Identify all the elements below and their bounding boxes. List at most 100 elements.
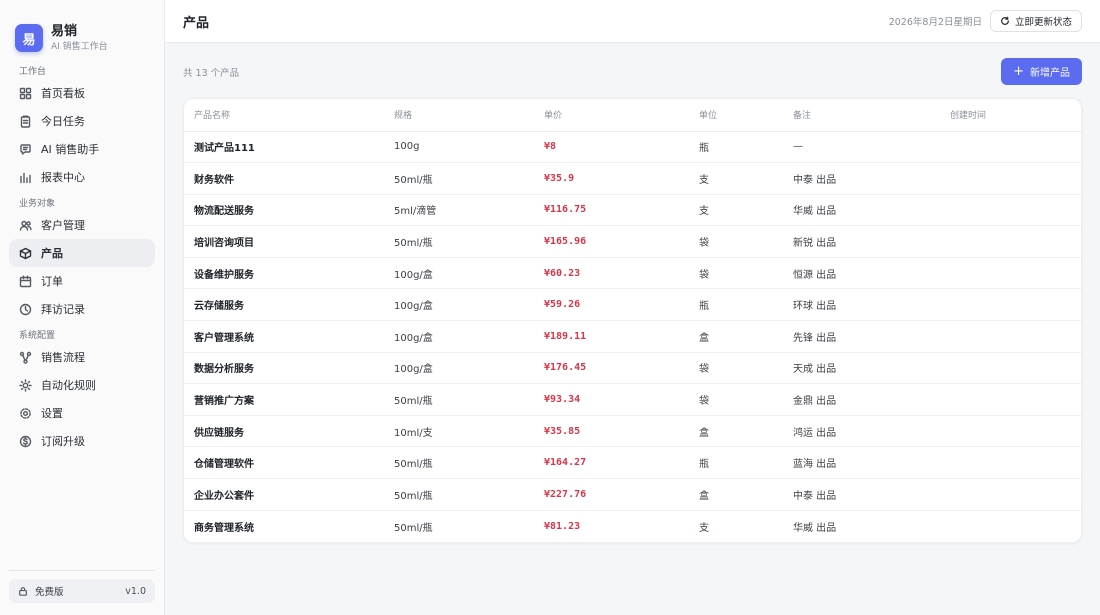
column-header[interactable]: 创建时间 [940,99,1081,132]
clipboard-icon [19,115,32,128]
product-name-cell: 企业办公套件 [184,478,384,511]
table-row[interactable]: 营销推广方案 50ml/瓶 ¥93.34 袋金鼎 出品 [184,383,1081,416]
calendar-icon [19,275,32,288]
column-header[interactable]: 规格 [384,99,534,132]
unit-cell: 支 [699,522,709,534]
price-cell: ¥60.23 [534,257,689,290]
unit-cell: 盒 [689,320,783,353]
sidebar-item-label: 报表中心 [41,171,85,184]
main: 产品 2026年8月2日星期日 立即更新状态 共 13 个产品 + 新增产品 产… [165,0,1100,615]
table-row[interactable]: 培训咨询项目 50ml/瓶 ¥165.96 袋新锐 出品 [184,225,1081,258]
unit-cell: 瓶 [689,131,783,164]
bar-chart-icon [19,171,32,184]
sidebar-item[interactable]: 订单 [9,267,155,295]
app-root: 易 易销 AI 销售工作台 工作台 首页看板 今日任务 AI 销售助手 报表中心 业务对象… [0,0,1100,615]
column-header[interactable]: 单位 [689,99,783,132]
column-header[interactable]: 备注 [783,99,940,132]
note-cell: 华威 出品 [793,522,837,534]
sidebar-item[interactable]: 报表中心 [9,163,155,191]
sidebar-item[interactable]: 销售流程 [9,343,155,371]
plan-label: 免费版 [35,587,64,598]
table-row[interactable]: 数据分析服务 100g/盒 ¥176.45 袋天成 出品 [184,352,1081,385]
page-title: 产品 [183,15,210,31]
brand-logo: 易 [15,24,43,52]
sidebar-item[interactable]: 订阅升级 [9,427,155,455]
price-cell: ¥227.76 [534,478,689,511]
table-row[interactable]: 供应链服务 10ml/支 ¥35.85 盒鸿运 出品 [184,415,1081,448]
created-at-cell [940,320,1081,353]
created-at-cell [940,383,1081,416]
spec-cell: 10ml/支 [384,415,534,448]
product-name-cell: 培训咨询项目 [184,225,384,258]
note-cell: 金鼎 出品 [783,383,940,416]
created-at-cell [940,415,1081,448]
table-row[interactable]: 设备维护服务 100g/盒 ¥60.23 袋恒源 出品 [184,257,1081,290]
sidebar-item[interactable]: 拜访记录 [9,295,155,323]
refresh-status-label: 立即更新状态 [1014,17,1072,28]
unit-cell: 瓶 [689,288,783,322]
product-name-cell: 供应链服务 [184,415,384,448]
sidebar-item-label: AI 销售助手 [41,143,100,156]
table-row[interactable]: 仓储管理软件 50ml/瓶 ¥164.27 瓶蓝海 出品 [184,446,1081,480]
sidebar-item-label: 订阅升级 [41,435,85,448]
sidebar-item-label: 订单 [41,275,63,288]
sidebar-item[interactable]: 设置 [9,399,155,427]
table-row[interactable]: 云存储服务 100g/盒 ¥59.26 瓶环球 出品 [184,288,1081,322]
price-cell: ¥93.34 [534,383,689,416]
sidebar-item[interactable]: 首页看板 [9,79,155,107]
table-row[interactable]: 商务管理系统 50ml/瓶 ¥81.23 支 华威 出品 [184,510,1081,542]
table-row[interactable]: 财务软件 50ml/瓶 ¥35.9 支中泰 出品 [184,162,1081,195]
note-cell: 鸿运 出品 [783,415,940,448]
unit-cell: 支 [689,194,783,227]
product-name-cell: 数据分析服务 [184,352,384,385]
chat-icon [19,143,32,156]
note-cell: 环球 出品 [783,288,940,322]
note-cell: — [783,131,940,164]
plan-badge[interactable]: 免费版 v1.0 [9,579,155,603]
sidebar-item[interactable]: AI 销售助手 [9,135,155,163]
add-product-button[interactable]: + 新增产品 [1001,58,1082,85]
product-name-cell: 物流配送服务 [184,194,384,227]
sidebar-item-label: 自动化规则 [41,379,96,392]
sidebar-item[interactable]: 自动化规则 [9,371,155,399]
spec-cell: 100g/盒 [384,288,534,322]
sidebar-item[interactable]: 客户管理 [9,211,155,239]
sidebar-item-label: 产品 [41,247,63,260]
product-name-cell: 商务管理系统 [194,522,254,534]
created-at-cell [940,288,1081,322]
sidebar-item[interactable]: 今日任务 [9,107,155,135]
refresh-status-button[interactable]: 立即更新状态 [989,10,1082,32]
column-header[interactable]: 产品名称 [184,99,384,132]
sidebar: 易 易销 AI 销售工作台 工作台 首页看板 今日任务 AI 销售助手 报表中心 业务对象… [0,0,165,615]
clock-icon [19,303,32,316]
table-row[interactable]: 客户管理系统 100g/盒 ¥189.11 盒先锋 出品 [184,320,1081,353]
column-header[interactable]: 单价 [534,99,689,132]
sidebar-item[interactable]: 产品 [9,239,155,267]
unit-cell: 袋 [689,257,783,290]
product-name-cell: 云存储服务 [184,288,384,322]
created-at-cell [940,194,1081,227]
spec-cell: 50ml/瓶 [384,162,534,195]
brand-subtitle: AI 销售工作台 [51,41,108,52]
product-count: 共 13 个产品 [183,67,240,79]
spec-cell: 50ml/瓶 [384,383,534,416]
created-at-cell [940,478,1081,511]
nav-group-title: 工作台 [19,67,47,77]
note-cell: 蓝海 出品 [783,446,940,480]
created-at-cell [940,352,1081,385]
table-row[interactable]: 物流配送服务 5ml/滴管 ¥116.75 支华威 出品 [184,194,1081,227]
unit-cell: 袋 [689,352,783,385]
price-cell: ¥81.23 [544,520,581,532]
table-row[interactable]: 测试产品111 100g ¥8 瓶 — [184,131,1081,164]
product-name-cell: 仓储管理软件 [184,446,384,480]
table-row[interactable]: 企业办公套件 50ml/瓶 ¥227.76 盒中泰 出品 [184,478,1081,511]
spec-cell: 100g/盒 [384,352,534,385]
brand[interactable]: 易 易销 AI 销售工作台 [0,0,164,60]
price-cell: ¥8 [534,131,689,164]
nav-group: 首页看板 今日任务 AI 销售助手 报表中心 [0,79,164,191]
sun-icon [19,378,32,392]
price-cell: ¥35.9 [534,162,689,195]
spec-cell: 50ml/瓶 [384,446,534,480]
dashboard-icon [19,87,32,100]
price-cell: ¥164.27 [534,446,689,480]
